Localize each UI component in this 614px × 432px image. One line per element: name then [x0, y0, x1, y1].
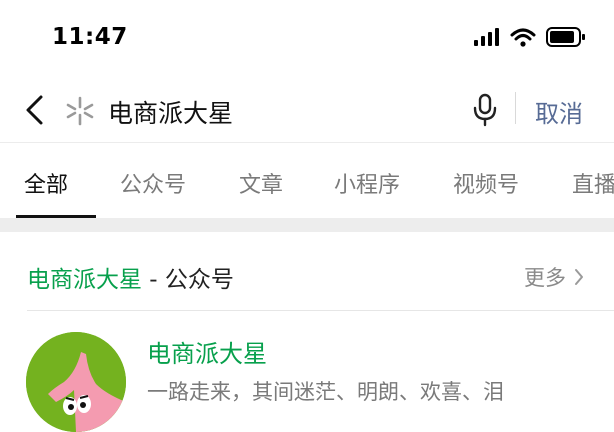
section-title: 电商派大星 - 公众号 [27, 260, 234, 294]
tab-channels[interactable]: 视频号 [453, 167, 519, 199]
status-time: 11:47 [52, 24, 128, 50]
back-arrow-icon[interactable] [20, 92, 50, 128]
section-title-suffix: - 公众号 [142, 267, 234, 293]
tab-live[interactable]: 直播 [572, 167, 614, 199]
search-bar: 电商派大星 取消 [0, 78, 614, 142]
official-accounts-section: 电商派大星 - 公众号 更多 电商派大星 一路走来，其间迷茫、明朗、欢喜、泪 [0, 232, 614, 432]
section-separator [0, 218, 614, 232]
more-button[interactable]: 更多 [524, 262, 584, 292]
wifi-icon [510, 28, 536, 47]
tab-official-accounts[interactable]: 公众号 [120, 167, 186, 199]
chevron-right-icon [575, 269, 583, 285]
search-sparkle-icon [66, 96, 94, 126]
section-divider [27, 310, 614, 311]
cellular-signal-icon [474, 28, 499, 46]
cancel-button[interactable]: 取消 [535, 94, 583, 129]
tab-articles[interactable]: 文章 [239, 167, 283, 199]
status-bar: 11:47 [0, 0, 614, 78]
status-icons [474, 27, 586, 47]
patrick-star-avatar-icon [26, 332, 126, 432]
tab-mini-programs[interactable]: 小程序 [334, 167, 400, 199]
filter-tabs: 全部 公众号 文章 小程序 视频号 直播 [0, 142, 614, 219]
microphone-icon[interactable] [472, 93, 498, 127]
tab-all[interactable]: 全部 [24, 167, 68, 199]
search-divider [515, 92, 516, 124]
more-label: 更多 [524, 266, 566, 290]
account-description: 一路走来，其间迷茫、明朗、欢喜、泪 [147, 380, 504, 404]
battery-icon [546, 27, 585, 47]
account-name[interactable]: 电商派大星 [147, 334, 267, 369]
section-title-keyword: 电商派大星 [27, 267, 142, 293]
account-avatar[interactable] [26, 332, 126, 432]
search-input[interactable]: 电商派大星 [108, 94, 233, 130]
